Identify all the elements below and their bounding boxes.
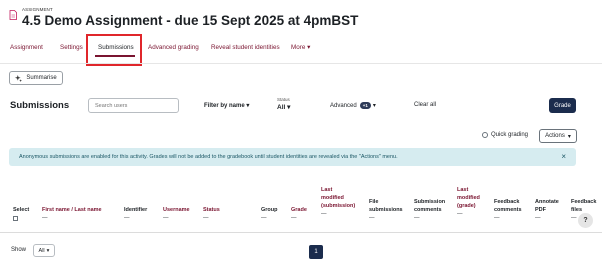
status-filter-label: Status — [277, 97, 290, 102]
grade-button[interactable]: Grade — [549, 98, 576, 113]
column-header-dash: — — [163, 215, 169, 221]
column-header-label: modified — [457, 195, 480, 201]
column-header-name[interactable]: First name / Last name — — [42, 206, 102, 222]
column-header-label: submissions — [369, 207, 403, 213]
activity-type-label: ASSIGNMENT — [22, 7, 53, 12]
column-header-label: PDF — [535, 207, 546, 213]
per-page-value: All — [38, 247, 45, 254]
column-header-feedback-comments: Feedback comments — — [494, 198, 522, 222]
column-header-dash: — — [494, 215, 500, 221]
chevron-down-icon: ▾ — [287, 104, 291, 111]
summarise-label: Summarise — [26, 75, 57, 81]
status-filter-value-text: All — [277, 104, 286, 111]
column-header-dash: — — [321, 211, 327, 217]
alert-text: Anonymous submissions are enabled for th… — [19, 154, 398, 160]
tab-reveal-identities[interactable]: Reveal student identities — [211, 44, 291, 51]
column-header-label: Submission — [414, 199, 446, 205]
chevron-down-icon: ▾ — [246, 103, 250, 109]
status-filter-dropdown[interactable]: Status All ▾ — [277, 97, 290, 111]
column-header-dash: — — [414, 215, 420, 221]
quick-grading-label: Quick grading — [491, 132, 529, 138]
show-per-page-label: Show — [11, 247, 27, 253]
column-header-last-modified-submission[interactable]: Last modified (submission) — — [321, 186, 355, 218]
quick-grading-toggle[interactable]: Quick grading — [482, 132, 528, 138]
actions-label: Actions — [545, 133, 565, 139]
column-header-status[interactable]: Status — — [203, 206, 220, 222]
tab-assignment[interactable]: Assignment — [10, 44, 52, 51]
select-all-checkbox[interactable] — [13, 216, 18, 221]
column-header-label: Group — [261, 207, 278, 213]
chevron-down-icon: ▾ — [372, 103, 376, 109]
filter-by-name-dropdown[interactable]: Filter by name ▾ — [204, 102, 249, 109]
advanced-count-badge: +1 — [359, 102, 371, 109]
column-header-label: (submission) — [321, 203, 356, 209]
clear-all-button[interactable]: Clear all — [414, 102, 436, 108]
column-header-dash: — — [261, 215, 267, 221]
quick-grading-checkbox[interactable] — [482, 132, 488, 138]
column-header-dash: — — [291, 215, 297, 221]
column-header-dash: — — [203, 215, 209, 221]
column-header-username[interactable]: Username — — [163, 206, 190, 222]
column-header-dash: — — [535, 215, 541, 221]
summarise-button[interactable]: Summarise — [9, 71, 63, 85]
column-header-dash: — — [124, 215, 130, 221]
column-header-label: Status — [203, 207, 220, 213]
chevron-down-icon: ▾ — [567, 133, 571, 140]
column-header-dash: — — [42, 215, 48, 221]
column-header-label: File — [369, 199, 379, 205]
actions-dropdown[interactable]: Actions ▾ — [539, 129, 577, 143]
column-header-label: Feedback — [571, 199, 597, 205]
column-header-submission-comments: Submission comments — — [414, 198, 445, 222]
column-header-dash: — — [457, 211, 463, 217]
column-header-label: comments — [494, 207, 522, 213]
column-header-annotate-pdf: Annotate PDF — — [535, 198, 559, 222]
chevron-down-icon: ▾ — [46, 247, 50, 254]
tab-advanced-grading[interactable]: Advanced grading — [148, 44, 211, 51]
page-title: 4.5 Demo Assignment - due 15 Sept 2025 a… — [22, 13, 359, 28]
anonymous-submissions-alert: Anonymous submissions are enabled for th… — [9, 148, 576, 166]
submissions-heading: Submissions — [10, 100, 70, 111]
advanced-filter-button[interactable]: Advanced +1 ▾ — [330, 102, 376, 109]
column-header-label: (grade) — [457, 203, 476, 209]
column-header-label: Identifier — [124, 207, 148, 213]
column-header-select: Select — [13, 206, 29, 221]
column-header-label: Username — [163, 207, 190, 213]
column-header-file-submissions: File submissions — — [369, 198, 403, 222]
pagination-page-1[interactable]: 1 — [309, 245, 323, 259]
advanced-label: Advanced — [330, 102, 357, 109]
secondary-navigation: Assignment Settings Submissions Advanced… — [10, 40, 310, 54]
column-header-label: Select — [13, 207, 30, 213]
column-header-grade[interactable]: Grade — — [291, 206, 307, 222]
status-filter-value: All ▾ — [277, 103, 290, 111]
per-page-select[interactable]: All ▾ — [33, 244, 55, 257]
tab-more-label: More — [291, 43, 306, 51]
column-header-dash: — — [369, 215, 375, 221]
column-header-label: modified — [321, 195, 344, 201]
close-icon[interactable]: × — [561, 152, 566, 161]
table-header-divider — [0, 232, 602, 233]
column-header-label: Annotate — [535, 199, 559, 205]
column-header-label: Last — [321, 187, 333, 193]
tab-more[interactable]: More ▾ — [291, 44, 310, 51]
column-header-label: comments — [414, 207, 442, 213]
tabs-divider — [0, 63, 602, 64]
column-header-label: Grade — [291, 207, 307, 213]
assignment-file-icon — [9, 10, 17, 20]
help-button[interactable]: ? — [578, 213, 593, 228]
column-header-label: Last — [457, 187, 469, 193]
column-header-group: Group — — [261, 206, 278, 222]
column-header-identifier: Identifier — — [124, 206, 147, 222]
search-users-input[interactable] — [88, 98, 179, 113]
sparkle-icon — [15, 74, 23, 82]
filter-by-name-label: Filter by name — [204, 103, 245, 109]
column-header-label: Feedback — [494, 199, 520, 205]
highlight-annotation-box — [86, 34, 142, 66]
column-header-last-modified-grade[interactable]: Last modified (grade) — — [457, 186, 480, 218]
chevron-down-icon: ▾ — [307, 43, 311, 51]
column-header-label: First name / Last name — [42, 207, 102, 213]
